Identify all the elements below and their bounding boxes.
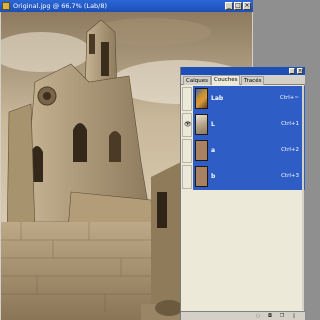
channel-name: Lab bbox=[211, 95, 224, 102]
document-title-bar[interactable]: Original.jpg @ 66,7% (Lab/8) _ □ × bbox=[0, 0, 253, 12]
visibility-toggle[interactable]: 👁 bbox=[182, 113, 192, 137]
channel-row-l[interactable]: 👁 L Ctrl+1 bbox=[181, 112, 305, 138]
maximize-button[interactable]: □ bbox=[234, 2, 242, 10]
minimize-button[interactable]: _ bbox=[225, 2, 233, 10]
channel-name: a bbox=[211, 147, 216, 154]
channel-shortcut: Ctrl+3 bbox=[281, 173, 299, 179]
document-title: Original.jpg @ 66,7% (Lab/8) bbox=[13, 2, 108, 10]
palette-scrollbar[interactable] bbox=[302, 86, 304, 310]
visibility-toggle[interactable] bbox=[182, 139, 192, 163]
channel-shortcut: Ctrl+~ bbox=[279, 95, 299, 101]
new-channel-icon[interactable]: ❐ bbox=[279, 314, 285, 319]
tab-couches[interactable]: Couches bbox=[211, 75, 241, 85]
close-button[interactable]: × bbox=[243, 2, 251, 10]
channel-shortcut: Ctrl+1 bbox=[281, 121, 299, 127]
channels-palette: _ × Calques Couches Tracés ▸ Lab Ctrl+~ … bbox=[180, 67, 305, 320]
palette-minimize-button[interactable]: _ bbox=[289, 68, 295, 74]
palette-title-bar[interactable]: _ × bbox=[181, 67, 305, 75]
channel-thumbnail bbox=[195, 166, 208, 187]
channel-name: L bbox=[211, 121, 215, 128]
save-selection-icon[interactable]: ◘ bbox=[267, 314, 273, 319]
photoshop-document-icon bbox=[2, 2, 10, 10]
visibility-toggle[interactable] bbox=[182, 165, 192, 189]
load-selection-icon[interactable]: ◌ bbox=[255, 314, 261, 319]
channel-list: Lab Ctrl+~ 👁 L Ctrl+1 a Ctrl+2 b Ctrl+3 bbox=[181, 86, 305, 190]
palette-tabs: Calques Couches Tracés ▸ bbox=[181, 75, 305, 91]
channel-name: b bbox=[211, 173, 216, 180]
eye-icon: 👁 bbox=[184, 121, 192, 128]
delete-channel-icon[interactable]: ▯ bbox=[291, 314, 297, 319]
palette-close-button[interactable]: × bbox=[297, 68, 303, 74]
channel-row-a[interactable]: a Ctrl+2 bbox=[181, 138, 305, 164]
channel-row-b[interactable]: b Ctrl+3 bbox=[181, 164, 305, 190]
channel-thumbnail bbox=[195, 140, 208, 161]
channel-row-lab[interactable]: Lab Ctrl+~ bbox=[181, 86, 305, 112]
tab-traces[interactable]: Tracés bbox=[241, 76, 265, 85]
palette-bottom-bar: ◌ ◘ ❐ ▯ bbox=[181, 311, 305, 320]
channel-shortcut: Ctrl+2 bbox=[281, 147, 299, 153]
channel-thumbnail bbox=[195, 114, 208, 135]
tab-calques[interactable]: Calques bbox=[183, 76, 211, 85]
channel-thumbnail bbox=[195, 88, 208, 109]
visibility-toggle[interactable] bbox=[182, 87, 192, 111]
